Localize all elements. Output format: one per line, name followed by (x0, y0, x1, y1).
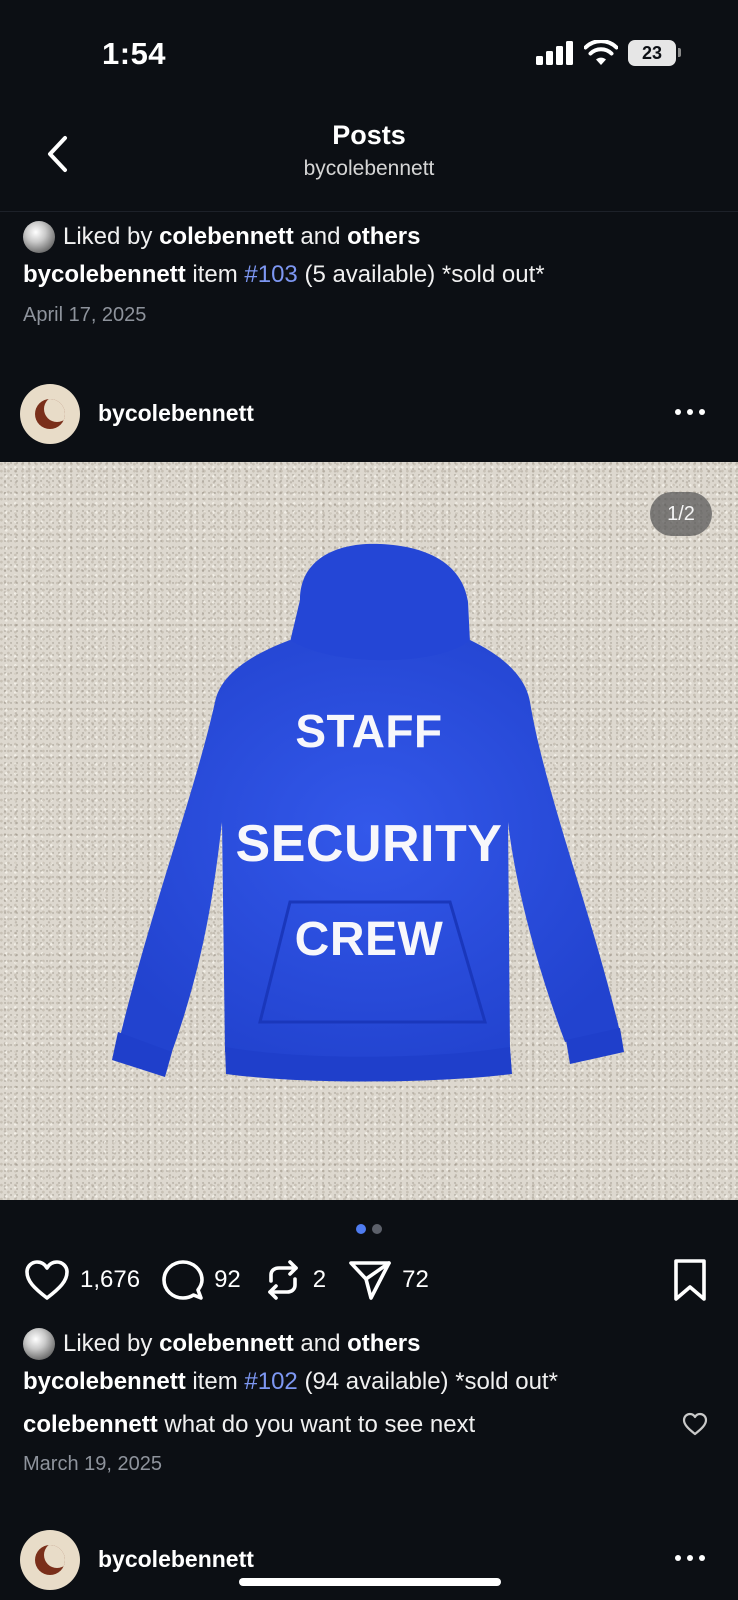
bookmark-icon[interactable] (670, 1258, 710, 1302)
avatar[interactable] (20, 1530, 80, 1590)
nav-header: Posts bycolebennett (0, 100, 738, 212)
avatar-moon-logo (35, 1545, 65, 1575)
avatar[interactable] (20, 384, 80, 444)
avatar-moon-logo (35, 399, 65, 429)
hoodie-body (112, 543, 624, 1082)
comment-bubble-icon (162, 1260, 204, 1300)
repost-icon (267, 1260, 298, 1300)
likers-others-link[interactable]: others (347, 223, 420, 250)
image-counter: 1/2 (650, 492, 712, 536)
comment-username[interactable]: colebennett (23, 1411, 158, 1438)
comment-button[interactable]: 92 (162, 1259, 241, 1301)
more-dots-icon (675, 409, 681, 415)
cellular-signal-icon (536, 41, 573, 65)
liker-avatar[interactable] (23, 1328, 55, 1360)
comment-count: 92 (214, 1266, 241, 1293)
repost-button[interactable]: 2 (263, 1259, 326, 1301)
action-bar: 1,676 92 2 72 (24, 1255, 451, 1305)
previous-post-caption: bycolebennett item #103 (5 available) *s… (23, 261, 545, 288)
share-count: 72 (402, 1266, 429, 1293)
hoodie-text-line-2: SECURITY (235, 815, 503, 873)
post-image[interactable]: STAFF SECURITY CREW 1/2 (0, 462, 738, 1200)
liked-by-text[interactable]: Liked by colebennett and others (63, 1330, 421, 1358)
next-post-header: bycolebennett (0, 1522, 738, 1600)
like-count: 1,676 (80, 1266, 141, 1293)
comment-text: what do you want to see next (164, 1411, 476, 1438)
post-caption: bycolebennett item #102 (94 available) *… (23, 1368, 558, 1395)
status-bar: 1:54 23 (0, 0, 738, 100)
post-username[interactable]: bycolebennett (98, 400, 254, 427)
caption-hashtag[interactable]: #102 (244, 1368, 297, 1395)
post-username[interactable]: bycolebennett (98, 1546, 254, 1573)
liked-by-text[interactable]: Liked by colebennett and others (63, 223, 421, 251)
likers-others-link[interactable]: others (347, 1330, 420, 1357)
previous-post-liked-by: Liked by colebennett and others (23, 221, 715, 253)
pager-dot-active (356, 1224, 366, 1234)
battery-indicator: 23 (628, 40, 681, 66)
more-dots-icon (675, 1555, 681, 1561)
top-comment: colebennett what do you want to see next (23, 1411, 715, 1439)
caption-username[interactable]: bycolebennett (23, 1368, 186, 1395)
heart-icon (25, 1260, 69, 1300)
post-date: March 19, 2025 (23, 1453, 162, 1475)
like-button[interactable]: 1,676 (24, 1259, 140, 1301)
page-subtitle: bycolebennett (303, 157, 435, 180)
status-time: 1:54 (102, 36, 167, 71)
carousel-pager (0, 1224, 738, 1234)
caption-username[interactable]: bycolebennett (23, 261, 186, 288)
status-icons: 23 (536, 40, 681, 66)
hoodie-text-line-3: CREW (294, 913, 444, 966)
hoodie-text-line-1: STAFF (295, 705, 443, 757)
liker-username[interactable]: colebennett (159, 223, 294, 250)
caption-hashtag[interactable]: #103 (244, 261, 297, 288)
page-title: Posts (332, 120, 406, 150)
liker-username[interactable]: colebennett (159, 1330, 294, 1357)
wifi-icon (584, 40, 618, 65)
share-button[interactable]: 72 (348, 1259, 429, 1301)
post-liked-by: Liked by colebennett and others (23, 1328, 715, 1360)
pager-dot (372, 1224, 382, 1234)
more-options-button[interactable] (672, 1548, 708, 1568)
previous-post-date: April 17, 2025 (23, 304, 147, 326)
comment-like-heart-icon[interactable] (682, 1412, 708, 1436)
post-header: bycolebennett (0, 376, 738, 456)
home-indicator[interactable] (239, 1578, 501, 1586)
repost-count: 2 (312, 1266, 327, 1293)
liker-avatar[interactable] (23, 221, 55, 253)
more-options-button[interactable] (672, 402, 708, 422)
paper-plane-icon (349, 1261, 391, 1300)
